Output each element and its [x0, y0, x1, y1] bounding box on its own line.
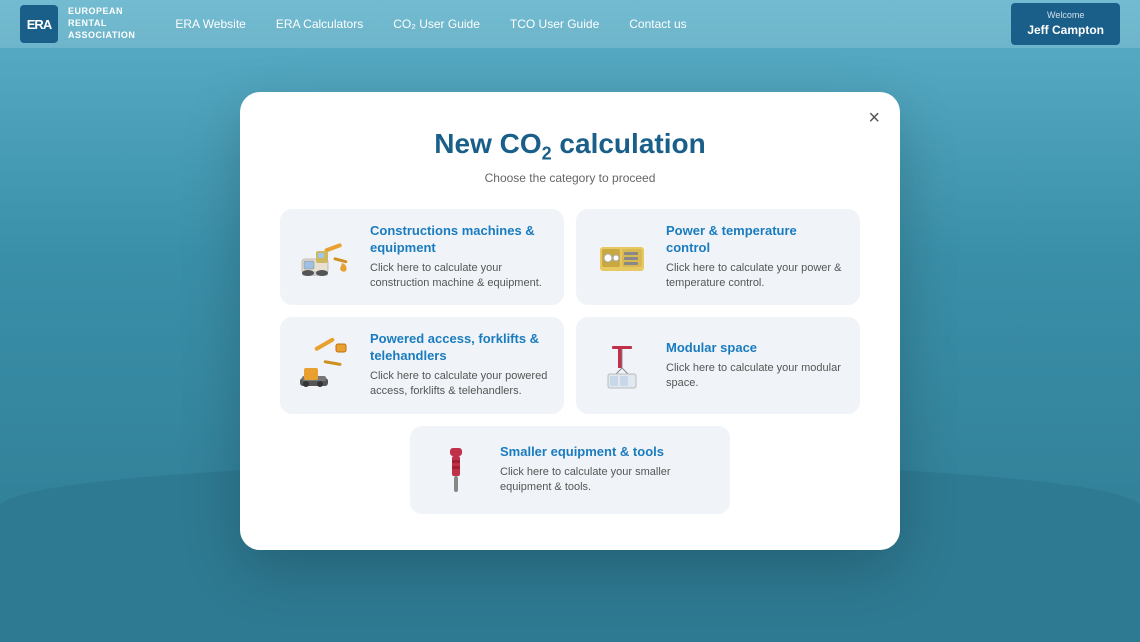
modular-card-content: Modular space Click here to calculate yo…	[666, 340, 844, 392]
power-icon	[592, 227, 652, 287]
modal-close-button[interactable]: ×	[868, 108, 880, 128]
category-card-powered-access[interactable]: Powered access, forklifts & telehandlers…	[280, 317, 564, 414]
category-grid: Constructions machines & equipment Click…	[280, 209, 860, 514]
power-card-content: Power & temperature control Click here t…	[666, 223, 844, 292]
construction-card-title: Constructions machines & equipment	[370, 223, 548, 257]
powered-access-card-desc: Click here to calculate your powered acc…	[370, 369, 548, 400]
modal-subtitle: Choose the category to proceed	[280, 171, 860, 185]
construction-card-content: Constructions machines & equipment Click…	[370, 223, 548, 292]
smaller-equipment-card-content: Smaller equipment & tools Click here to …	[500, 444, 714, 496]
category-card-smaller-equipment[interactable]: Smaller equipment & tools Click here to …	[410, 426, 730, 514]
power-card-desc: Click here to calculate your power & tem…	[666, 261, 844, 292]
smaller-equipment-icon	[426, 440, 486, 500]
smaller-equipment-card-title: Smaller equipment & tools	[500, 444, 714, 461]
powered-access-icon	[296, 336, 356, 396]
modular-card-desc: Click here to calculate your modular spa…	[666, 361, 844, 392]
powered-access-card-title: Powered access, forklifts & telehandlers	[370, 331, 548, 365]
new-calculation-modal: × New CO2 calculation Choose the categor…	[240, 92, 900, 550]
modular-card-title: Modular space	[666, 340, 844, 357]
category-card-construction[interactable]: Constructions machines & equipment Click…	[280, 209, 564, 306]
construction-card-desc: Click here to calculate your constructio…	[370, 261, 548, 292]
smaller-equipment-card-desc: Click here to calculate your smaller equ…	[500, 465, 714, 496]
power-card-title: Power & temperature control	[666, 223, 844, 257]
powered-access-card-content: Powered access, forklifts & telehandlers…	[370, 331, 548, 400]
category-card-modular[interactable]: Modular space Click here to calculate yo…	[576, 317, 860, 414]
modal-title: New CO2 calculation	[280, 128, 860, 165]
category-card-power[interactable]: Power & temperature control Click here t…	[576, 209, 860, 306]
modal-overlay: × New CO2 calculation Choose the categor…	[0, 0, 1140, 642]
modular-icon	[592, 336, 652, 396]
construction-icon	[296, 227, 356, 287]
